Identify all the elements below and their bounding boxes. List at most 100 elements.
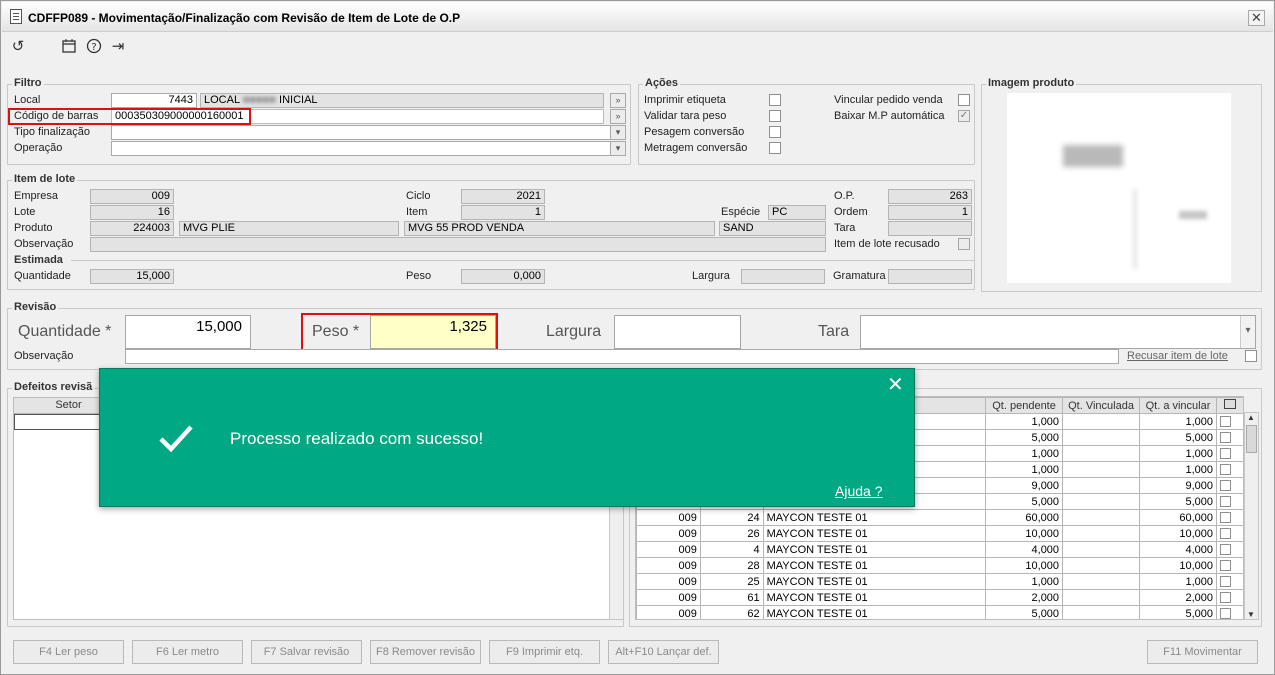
row-select-checkbox[interactable]: [1219, 496, 1231, 508]
pedidos-scrollbar[interactable]: ▲ ▼: [1244, 412, 1259, 620]
grid-row[interactable]: 009 4 MAYCON TESTE 01 4,000 4,000: [636, 541, 1243, 558]
cell-select[interactable]: [1215, 605, 1243, 619]
cell-qt-vinculada[interactable]: [1062, 573, 1141, 590]
cell-descricao[interactable]: MAYCON TESTE 01: [762, 573, 987, 590]
f6-ler-metro-button[interactable]: F6 Ler metro: [132, 640, 243, 664]
cell-qt-pendente[interactable]: 4,000: [985, 541, 1064, 558]
cell-qt-a-vincular[interactable]: 9,000: [1139, 477, 1217, 494]
row-select-checkbox[interactable]: [1219, 608, 1231, 619]
operacao-dropdown-icon[interactable]: ▾: [610, 141, 626, 156]
row-select-checkbox[interactable]: [1219, 416, 1231, 428]
cell-qt-vinculada[interactable]: [1062, 477, 1141, 494]
cell-numero[interactable]: 4: [699, 541, 764, 558]
cell-empresa[interactable]: 009: [636, 573, 701, 590]
cell-qt-a-vincular[interactable]: 5,000: [1139, 605, 1217, 619]
local-code-input[interactable]: 7443: [111, 93, 197, 108]
operacao-select[interactable]: [111, 141, 626, 156]
revisao-largura-input[interactable]: [614, 315, 741, 349]
cell-qt-vinculada[interactable]: [1062, 541, 1141, 558]
cell-qt-a-vincular[interactable]: 10,000: [1139, 557, 1217, 574]
cell-descricao[interactable]: MAYCON TESTE 01: [762, 509, 987, 526]
select-all-header[interactable]: [1215, 397, 1243, 414]
cell-qt-a-vincular[interactable]: 1,000: [1139, 413, 1217, 430]
f9-imprimir-etq-button[interactable]: F9 Imprimir etq.: [489, 640, 600, 664]
vincular-pedido-checkbox[interactable]: [958, 94, 970, 106]
f7-salvar-revisao-button[interactable]: F7 Salvar revisão: [251, 640, 362, 664]
cell-qt-vinculada[interactable]: [1062, 429, 1141, 446]
cell-empresa[interactable]: 009: [636, 525, 701, 542]
row-select-checkbox[interactable]: [1219, 448, 1231, 460]
cell-qt-vinculada[interactable]: [1062, 605, 1141, 619]
col-qt-pendente-header[interactable]: Qt. pendente: [985, 397, 1064, 414]
f11-movimentar-button[interactable]: F11 Movimentar: [1147, 640, 1258, 664]
cell-qt-vinculada[interactable]: [1062, 557, 1141, 574]
cell-qt-pendente[interactable]: 10,000: [985, 557, 1064, 574]
baixar-mp-checkbox[interactable]: ✓: [958, 110, 970, 122]
cell-select[interactable]: [1215, 589, 1243, 606]
revisao-peso-input[interactable]: 1,325: [370, 315, 496, 349]
cell-empresa[interactable]: 009: [636, 557, 701, 574]
cell-qt-vinculada[interactable]: [1062, 413, 1141, 430]
cell-qt-pendente[interactable]: 1,000: [985, 445, 1064, 462]
cell-descricao[interactable]: MAYCON TESTE 01: [762, 557, 987, 574]
cell-qt-pendente[interactable]: 1,000: [985, 573, 1064, 590]
refresh-icon[interactable]: ↺: [9, 38, 27, 56]
local-search-button[interactable]: »: [610, 93, 626, 108]
toast-close-icon[interactable]: ✕: [887, 375, 904, 395]
calendar-icon[interactable]: [60, 38, 78, 56]
close-window-button[interactable]: ✕: [1248, 10, 1265, 26]
cell-descricao[interactable]: MAYCON TESTE 01: [762, 541, 987, 558]
cell-qt-pendente[interactable]: 5,000: [985, 605, 1064, 619]
cell-numero[interactable]: 61: [699, 589, 764, 606]
tipo-finalizacao-select[interactable]: [111, 125, 626, 140]
cell-descricao[interactable]: MAYCON TESTE 01: [762, 605, 987, 619]
select-all-checkbox[interactable]: [1224, 399, 1237, 409]
pesagem-conversao-checkbox[interactable]: [769, 126, 781, 138]
cell-qt-pendente[interactable]: 1,000: [985, 461, 1064, 478]
cell-select[interactable]: [1215, 525, 1243, 542]
row-select-checkbox[interactable]: [1219, 592, 1231, 604]
f4-ler-peso-button[interactable]: F4 Ler peso: [13, 640, 124, 664]
help-icon[interactable]: ?: [85, 38, 103, 56]
cell-qt-vinculada[interactable]: [1062, 445, 1141, 462]
cell-select[interactable]: [1215, 573, 1243, 590]
cell-qt-a-vincular[interactable]: 10,000: [1139, 525, 1217, 542]
col-qt-a-vincular-header[interactable]: Qt. a vincular: [1139, 397, 1217, 414]
cell-qt-pendente[interactable]: 9,000: [985, 477, 1064, 494]
cell-qt-a-vincular[interactable]: 4,000: [1139, 541, 1217, 558]
validar-tara-checkbox[interactable]: [769, 110, 781, 122]
f8-remover-revisao-button[interactable]: F8 Remover revisão: [370, 640, 481, 664]
revisao-quantidade-input[interactable]: 15,000: [125, 315, 251, 349]
cell-qt-pendente[interactable]: 5,000: [985, 493, 1064, 510]
cell-qt-pendente[interactable]: 1,000: [985, 413, 1064, 430]
revisao-tara-select[interactable]: [860, 315, 1256, 349]
recusar-item-checkbox[interactable]: [1245, 350, 1257, 362]
cell-qt-vinculada[interactable]: [1062, 589, 1141, 606]
cell-qt-pendente[interactable]: 60,000: [985, 509, 1064, 526]
scroll-thumb[interactable]: [1246, 425, 1257, 453]
cell-qt-a-vincular[interactable]: 5,000: [1139, 493, 1217, 510]
cell-descricao[interactable]: MAYCON TESTE 01: [762, 525, 987, 542]
cell-select[interactable]: [1215, 509, 1243, 526]
row-select-checkbox[interactable]: [1219, 480, 1231, 492]
cell-empresa[interactable]: 009: [636, 605, 701, 619]
scroll-down-icon[interactable]: ▼: [1247, 610, 1255, 619]
row-select-checkbox[interactable]: [1219, 576, 1231, 588]
cell-qt-a-vincular[interactable]: 1,000: [1139, 445, 1217, 462]
alt-f10-lancar-def-button[interactable]: Alt+F10 Lançar def.: [608, 640, 719, 664]
cell-numero[interactable]: 28: [699, 557, 764, 574]
cell-qt-pendente[interactable]: 2,000: [985, 589, 1064, 606]
scroll-up-icon[interactable]: ▲: [1247, 413, 1255, 422]
grid-row[interactable]: 009 25 MAYCON TESTE 01 1,000 1,000: [636, 573, 1243, 590]
cell-select[interactable]: [1215, 461, 1243, 478]
cell-qt-vinculada[interactable]: [1062, 493, 1141, 510]
toast-help-link[interactable]: Ajuda ?: [835, 483, 882, 499]
cell-select[interactable]: [1215, 557, 1243, 574]
grid-row[interactable]: 009 24 MAYCON TESTE 01 60,000 60,000: [636, 509, 1243, 526]
cell-select[interactable]: [1215, 413, 1243, 430]
cell-qt-a-vincular[interactable]: 60,000: [1139, 509, 1217, 526]
metragem-conversao-checkbox[interactable]: [769, 142, 781, 154]
cell-select[interactable]: [1215, 477, 1243, 494]
cell-select[interactable]: [1215, 493, 1243, 510]
row-select-checkbox[interactable]: [1219, 528, 1231, 540]
